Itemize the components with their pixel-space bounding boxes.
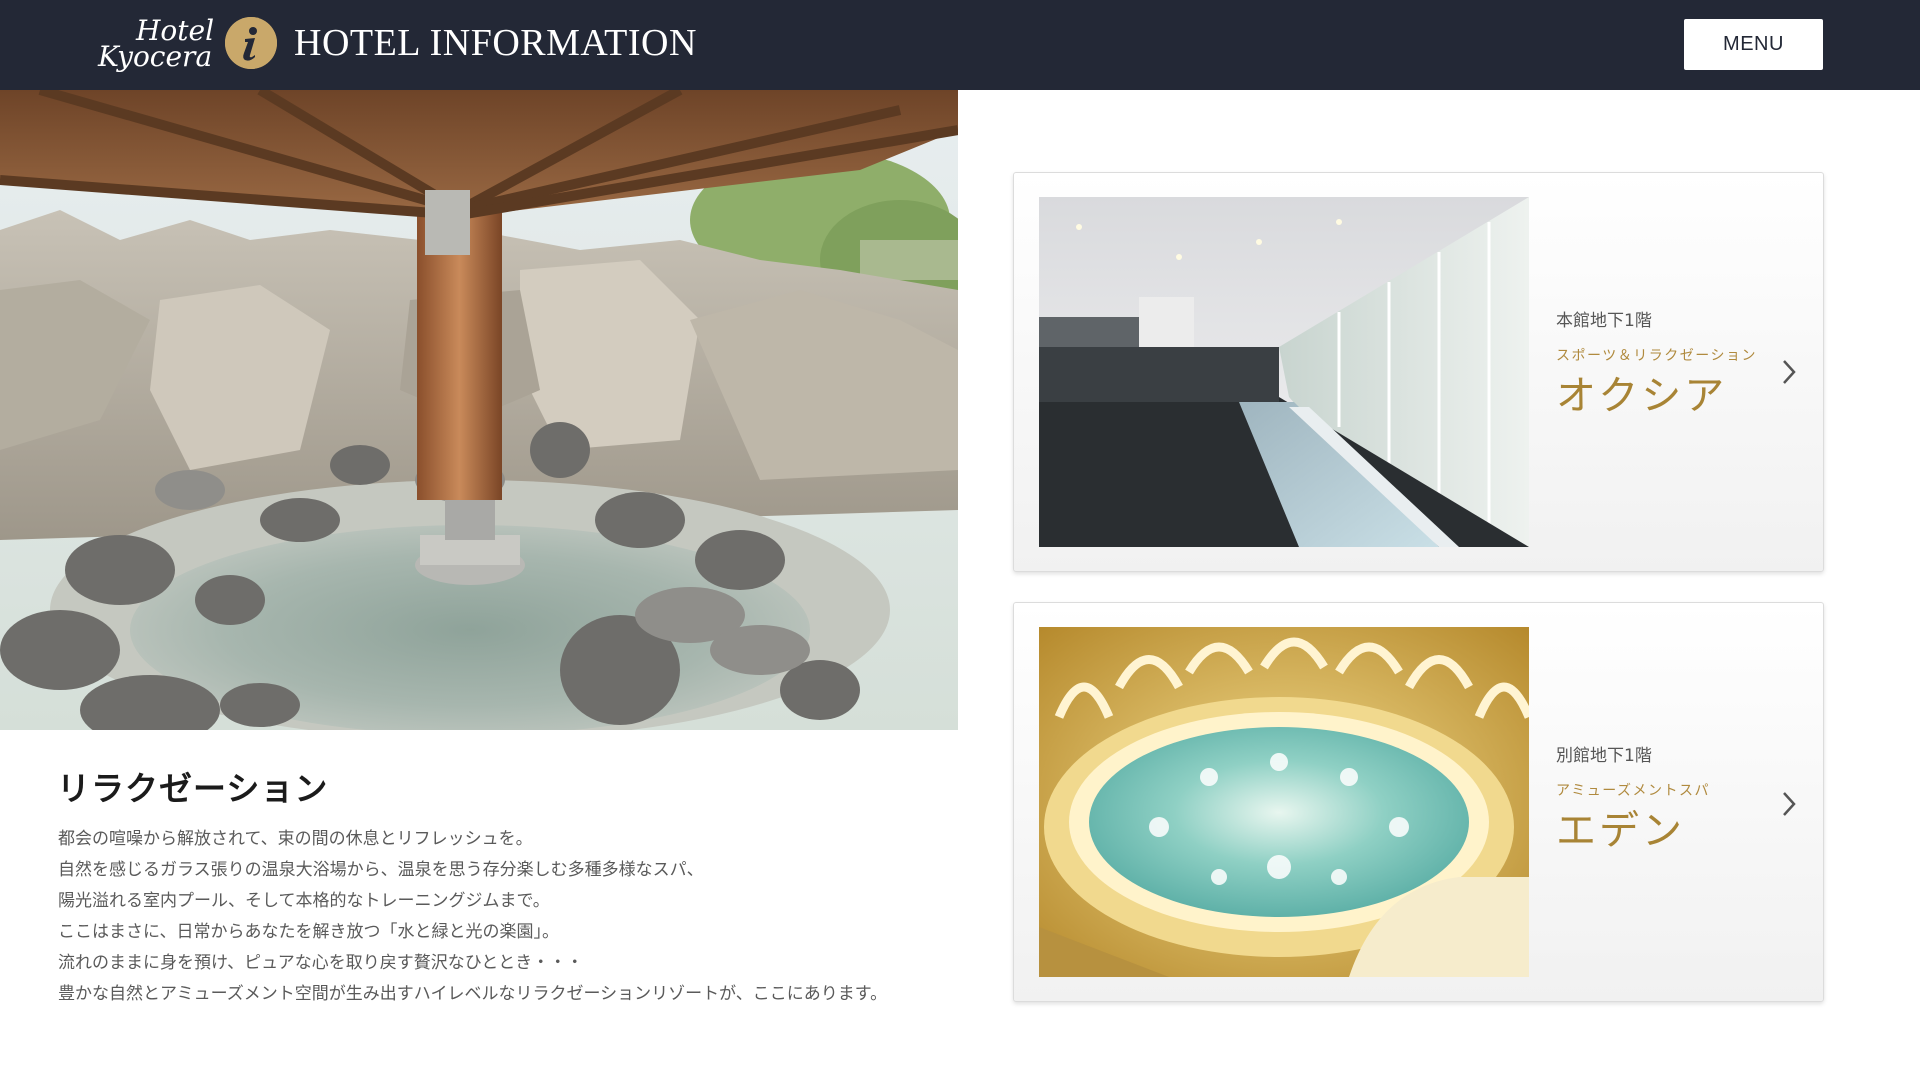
hotel-logo[interactable]: Hotel Kyocera (94, 14, 214, 76)
chevron-right-icon[interactable] (1779, 357, 1799, 387)
chevron-right-icon[interactable] (1779, 789, 1799, 819)
top-header: Hotel Kyocera HOTEL INFORMATION MENU (0, 0, 1920, 90)
indoor-pool-photo (1039, 197, 1529, 547)
info-icon (225, 17, 277, 69)
hero-image (0, 90, 958, 730)
circular-spa-pool-photo (1039, 627, 1529, 977)
card-name: オクシア (1556, 373, 1728, 419)
description-line: 都会の喧噪から解放されて、束の間の休息とリフレッシュを。 (58, 829, 533, 849)
logo-line-2: Kyocera (98, 40, 213, 73)
section-title: リラクゼーション (57, 769, 329, 808)
card-subtitle: アミューズメントスパ (1556, 783, 1711, 799)
card-floor-label: 本館地下1階 (1556, 311, 1652, 331)
card-subtitle: スポーツ＆リラクゼーション (1556, 348, 1757, 364)
description-line: 自然を感じるガラス張りの温泉大浴場から、温泉を思う存分楽しむ多種多様なスパ、 (58, 860, 704, 880)
card-floor-label: 別館地下1階 (1556, 746, 1652, 766)
facility-card-eden[interactable]: 別館地下1階 アミューズメントスパ エデン (1013, 602, 1824, 1002)
description-line: 流れのままに身を預け、ピュアな心を取り戻す贅沢なひととき・・・ (58, 953, 584, 973)
page-title: HOTEL INFORMATION (294, 22, 697, 64)
description-line: ここはまさに、日常からあなたを解き放つ「水と緑と光の楽園」。 (58, 922, 559, 942)
description-line: 陽光溢れる室内プール、そして本格的なトレーニングジムまで。 (58, 891, 550, 911)
card-name: エデン (1556, 808, 1685, 854)
description-line: 豊かな自然とアミューズメント空間が生み出すハイレベルなリラクゼーションリゾートが… (58, 984, 888, 1004)
description: 都会の喧噪から解放されて、束の間の休息とリフレッシュを。 自然を感じるガラス張り… (58, 824, 958, 1010)
facility-card-oxia[interactable]: 本館地下1階 スポーツ＆リラクゼーション オクシア (1013, 172, 1824, 572)
menu-button[interactable]: MENU (1684, 19, 1823, 70)
